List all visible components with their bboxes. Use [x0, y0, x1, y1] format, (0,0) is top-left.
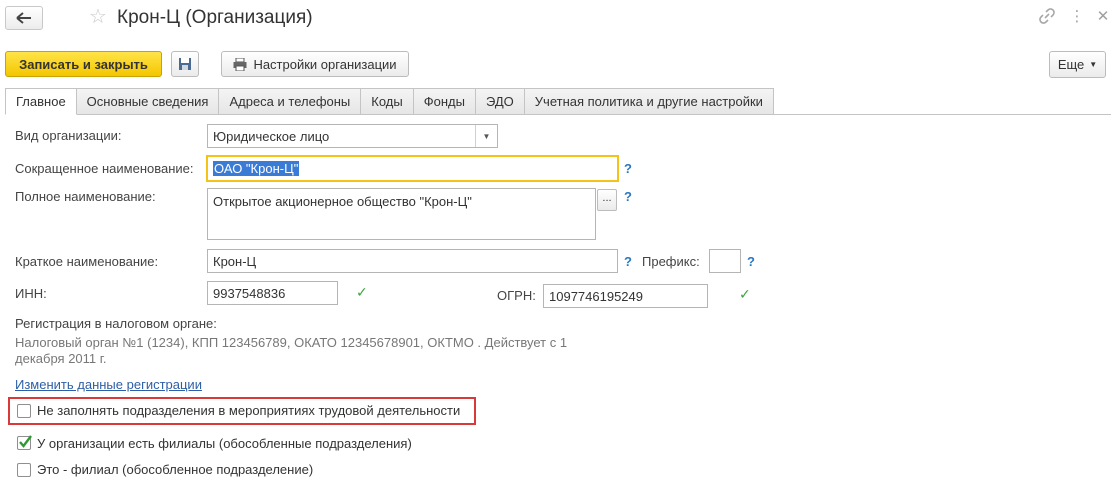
floppy-disk-icon [179, 58, 191, 70]
full-name-label: Полное наименование: [15, 189, 156, 204]
save-and-close-button[interactable]: Записать и закрыть [5, 51, 162, 77]
prefix-help[interactable]: ? [747, 254, 755, 270]
short-name-value: ОАО "Крон-Ц" [213, 161, 300, 176]
ogrn-input[interactable]: 1097746195249 [543, 284, 708, 308]
org-settings-label: Настройки организации [253, 56, 397, 72]
org-type-label: Вид организации: [15, 128, 122, 143]
brief-name-help[interactable]: ? [624, 254, 632, 270]
prefix-label: Префикс: [642, 254, 700, 269]
no-fill-departments-label[interactable]: Не заполнять подразделения в мероприятия… [37, 403, 460, 419]
tab-basic-info[interactable]: Основные сведения [76, 88, 220, 115]
close-icon[interactable]: ✕ [1094, 8, 1112, 26]
ogrn-label: ОГРН: [497, 288, 536, 303]
chevron-down-icon: ▼ [1089, 60, 1098, 69]
short-name-label: Сокращенное наименование: [15, 161, 194, 176]
more-button[interactable]: Еще ▼ [1049, 51, 1106, 78]
ogrn-valid-checkmark-icon: ✓ [739, 286, 751, 302]
tax-reg-info-line2: декабря 2011 г. [15, 351, 107, 366]
save-button[interactable] [171, 51, 199, 77]
org-type-select[interactable]: Юридическое лицо ▼ [207, 124, 498, 148]
tax-reg-info-line1: Налоговый орган №1 (1234), КПП 123456789… [15, 335, 568, 350]
tab-bar: Главное Основные сведения Адреса и телеф… [5, 88, 774, 115]
full-name-textarea[interactable]: Открытое акционерное общество "Крон-Ц" [207, 188, 596, 240]
has-branches-checkbox[interactable] [17, 435, 32, 450]
prefix-input[interactable] [709, 249, 741, 273]
link-icon[interactable] [1038, 8, 1056, 29]
chevron-down-icon[interactable]: ▼ [475, 125, 497, 147]
tab-codes[interactable]: Коды [361, 88, 414, 115]
ogrn-value: 1097746195249 [549, 288, 643, 304]
tab-main[interactable]: Главное [5, 88, 77, 115]
tab-accounting-policy[interactable]: Учетная политика и другие настройки [524, 88, 774, 115]
more-vertical-icon[interactable]: ⋮ [1068, 8, 1086, 26]
brief-name-label: Краткое наименование: [15, 254, 159, 269]
inn-valid-checkmark-icon: ✓ [356, 284, 368, 300]
inn-input[interactable]: 9937548836 [207, 281, 338, 305]
no-fill-departments-checkbox[interactable] [17, 404, 31, 418]
inn-value: 9937548836 [213, 285, 286, 301]
full-name-value: Открытое акционерное общество "Крон-Ц" [213, 194, 472, 209]
full-name-help[interactable]: ? [624, 189, 632, 205]
org-settings-button[interactable]: Настройки организации [221, 51, 409, 77]
printer-icon [233, 57, 247, 71]
tab-addresses[interactable]: Адреса и телефоны [219, 88, 362, 115]
page-title: Крон-Ц (Организация) [117, 7, 313, 28]
tab-funds[interactable]: Фонды [413, 88, 476, 115]
is-branch-label[interactable]: Это - филиал (обособленное подразделение… [37, 462, 313, 478]
tab-edo[interactable]: ЭДО [475, 88, 525, 115]
back-button[interactable] [5, 6, 43, 30]
has-branches-label[interactable]: У организации есть филиалы (обособленные… [37, 436, 412, 452]
star-icon[interactable]: ☆ [89, 7, 107, 27]
org-type-value: Юридическое лицо [213, 128, 330, 144]
open-full-name-button[interactable]: ... [597, 189, 617, 211]
short-name-help[interactable]: ? [624, 161, 632, 177]
tax-reg-label: Регистрация в налоговом органе: [15, 316, 217, 331]
more-label: Еще [1057, 57, 1085, 72]
checkmark-icon [19, 435, 32, 448]
change-registration-link[interactable]: Изменить данные регистрации [15, 377, 202, 393]
brief-name-value: Крон-Ц [213, 253, 257, 269]
arrow-left-icon [16, 12, 31, 24]
brief-name-input[interactable]: Крон-Ц [207, 249, 618, 273]
is-branch-checkbox[interactable] [17, 463, 31, 477]
short-name-input[interactable]: ОАО "Крон-Ц" [206, 155, 619, 182]
inn-label: ИНН: [15, 286, 47, 301]
